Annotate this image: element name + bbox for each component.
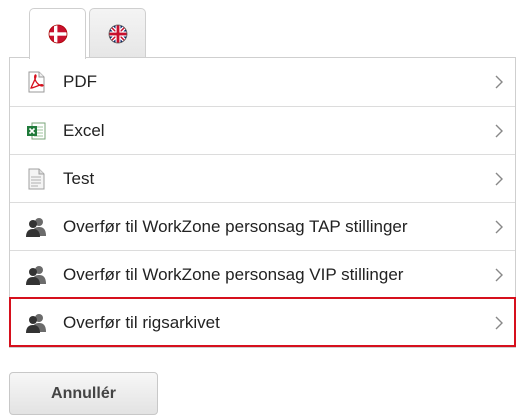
- menu-item-workzone-tap[interactable]: Overfør til WorkZone personsag TAP still…: [10, 202, 515, 250]
- menu-item-workzone-vip[interactable]: Overfør til WorkZone personsag VIP still…: [10, 250, 515, 298]
- menu-item-excel[interactable]: Excel: [10, 106, 515, 154]
- text-file-icon: [28, 168, 45, 189]
- menu-item-label: PDF: [63, 72, 97, 91]
- chevron-right-icon: [495, 124, 503, 137]
- menu-item-rigsarkivet[interactable]: Overfør til rigsarkivet: [9, 297, 516, 347]
- chevron-right-icon: [495, 220, 503, 233]
- menu-item-test[interactable]: Test: [10, 154, 515, 202]
- chevron-right-icon: [495, 75, 503, 89]
- users-icon: [26, 313, 46, 333]
- chevron-right-icon: [495, 172, 503, 185]
- menu-item-label: Overfør til WorkZone personsag TAP still…: [63, 216, 408, 236]
- excel-file-icon: [27, 122, 46, 139]
- menu-item-label: Overfør til rigsarkivet: [63, 312, 220, 332]
- menu-item-label: Overfør til WorkZone personsag VIP still…: [63, 264, 404, 284]
- chevron-right-icon: [495, 268, 503, 281]
- users-icon: [26, 217, 46, 237]
- chevron-right-icon: [495, 316, 503, 329]
- menu-item-label: Test: [63, 168, 95, 188]
- menu-item-pdf[interactable]: PDF: [10, 58, 515, 106]
- users-icon: [26, 265, 46, 285]
- cancel-button[interactable]: Annullér: [9, 372, 158, 415]
- uk-flag-icon: [108, 24, 127, 43]
- tab-english[interactable]: [89, 8, 146, 58]
- tab-danish[interactable]: [29, 8, 86, 59]
- danish-flag-icon: [48, 24, 67, 44]
- menu-item-label: Excel: [63, 120, 105, 140]
- export-menu: PDF Excel Test Overfør til WorkZone pers…: [9, 57, 516, 348]
- pdf-file-icon: [28, 71, 45, 93]
